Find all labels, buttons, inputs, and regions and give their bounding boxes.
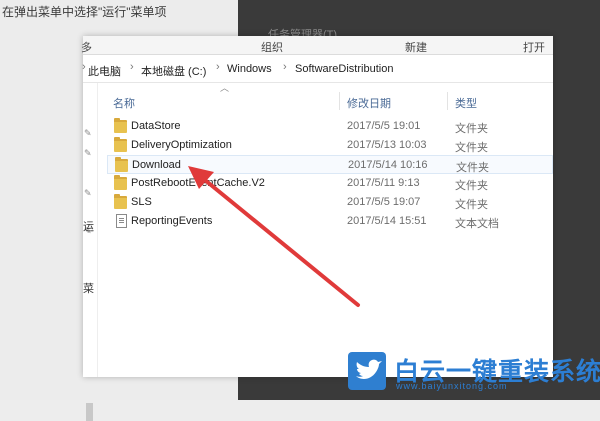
- background-caption: 在弹出菜单中选择"运行"菜单项: [2, 5, 167, 19]
- file-type: 文件夹: [455, 142, 488, 154]
- folder-icon: [114, 194, 127, 209]
- file-explorer-window: 多 组织 新建 打开 › 此电脑 › 本地磁盘 (C:) › Windows ›…: [81, 36, 553, 421]
- column-header-name[interactable]: 名称: [113, 95, 135, 111]
- ribbon-group-open: 打开: [523, 42, 545, 54]
- file-type: 文件夹: [456, 162, 489, 174]
- breadcrumb-software-distribution[interactable]: SoftwareDistribution: [295, 63, 393, 75]
- file-row-datastore[interactable]: DataStore 2017/5/5 19:01 文件夹: [107, 117, 553, 136]
- file-date: 2017/5/13 10:03: [347, 139, 427, 151]
- file-row-postrebooteventcache[interactable]: PostRebootEventCache.V2 2017/5/11 9:13 文…: [107, 174, 553, 193]
- nav-scrollbar[interactable]: [86, 403, 93, 421]
- file-type: 文件夹: [455, 180, 488, 192]
- ribbon-group-organize: 组织: [261, 42, 283, 54]
- file-date: 2017/5/5 19:07: [347, 196, 421, 208]
- breadcrumb-chevron-icon[interactable]: ›: [216, 61, 220, 73]
- column-divider[interactable]: [339, 92, 340, 110]
- folder-icon: [115, 157, 128, 172]
- logo-badge: [348, 352, 386, 390]
- file-name: DataStore: [131, 120, 181, 132]
- breadcrumb-windows[interactable]: Windows: [227, 63, 272, 75]
- nav-item-clipped[interactable]: 运: [83, 218, 94, 234]
- breadcrumb-this-pc[interactable]: 此电脑: [88, 63, 121, 79]
- file-row-sls[interactable]: SLS 2017/5/5 19:07 文件夹: [107, 193, 553, 212]
- file-name: PostRebootEventCache.V2: [131, 177, 265, 189]
- column-header-date[interactable]: 修改日期: [347, 95, 391, 111]
- nav-item-clipped[interactable]: 菜: [83, 280, 94, 296]
- bird-icon: [356, 359, 382, 379]
- logo-url: www.baiyunxitong.com: [396, 381, 508, 391]
- navigation-pane: ✎ ✎ ✎ ✎ 运 菜: [83, 83, 98, 421]
- file-name: DeliveryOptimization: [131, 139, 232, 151]
- column-headers: 名称 修改日期 类型: [107, 92, 553, 110]
- folder-icon: [114, 118, 127, 133]
- ribbon-group-new: 新建: [405, 42, 427, 54]
- pin-icon[interactable]: ✎: [84, 128, 92, 139]
- file-type: 文件夹: [455, 199, 488, 211]
- file-date: 2017/5/14 15:51: [347, 215, 427, 227]
- pin-icon[interactable]: ✎: [84, 148, 92, 159]
- column-header-type[interactable]: 类型: [455, 95, 477, 111]
- ribbon-group-labels: 多 组织 新建 打开: [81, 36, 553, 55]
- folder-icon: [114, 137, 127, 152]
- breadcrumb-chevron-icon: ›: [82, 61, 86, 73]
- breadcrumb-local-disk[interactable]: 本地磁盘 (C:): [141, 63, 206, 79]
- ribbon-group-clipped: 多: [81, 42, 92, 54]
- file-row-download[interactable]: Download 2017/5/14 10:16 文件夹: [107, 155, 553, 174]
- file-row-reportingevents[interactable]: ReportingEvents 2017/5/14 15:51 文本文档: [107, 212, 553, 231]
- address-bar[interactable]: › 此电脑 › 本地磁盘 (C:) › Windows › SoftwareDi…: [82, 55, 553, 83]
- file-row-deliveryoptimization[interactable]: DeliveryOptimization 2017/5/13 10:03 文件夹: [107, 136, 553, 155]
- pin-icon[interactable]: ✎: [84, 188, 92, 199]
- text-file-icon: [116, 214, 127, 228]
- file-name: SLS: [131, 196, 152, 208]
- file-type: 文件夹: [455, 123, 488, 135]
- file-date: 2017/5/14 10:16: [348, 159, 428, 171]
- watermark-logo: 白云一键重装系统 www.baiyunxitong.com: [348, 352, 600, 392]
- file-name: Download: [132, 159, 181, 171]
- column-divider[interactable]: [447, 92, 448, 110]
- file-name: ReportingEvents: [131, 215, 213, 227]
- file-list: ︿ 名称 修改日期 类型 DataStore 2017/5/5 19:01 文件…: [107, 83, 553, 377]
- file-type: 文本文档: [455, 218, 499, 230]
- file-date: 2017/5/5 19:01: [347, 120, 421, 132]
- folder-icon: [114, 175, 127, 190]
- breadcrumb-chevron-icon[interactable]: ›: [130, 61, 134, 73]
- breadcrumb-chevron-icon[interactable]: ›: [283, 61, 287, 73]
- file-date: 2017/5/11 9:13: [347, 177, 420, 189]
